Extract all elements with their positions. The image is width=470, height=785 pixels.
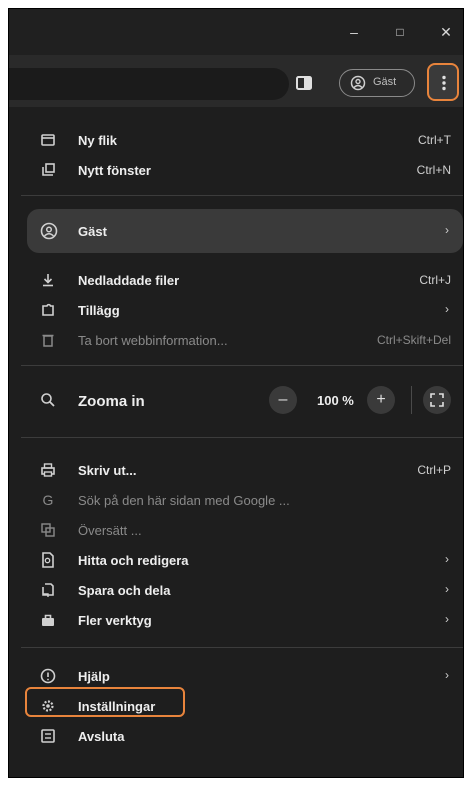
menu-divider (21, 437, 463, 438)
three-dots-vertical-icon (442, 75, 446, 91)
menu-divider (21, 195, 463, 196)
menu-item-find-and-edit[interactable]: Hitta och redigera › (21, 545, 463, 575)
new-window-icon (42, 163, 55, 176)
menu-item-guest-profile[interactable]: Gäst › (27, 209, 463, 253)
menu-item-more-tools[interactable]: Fler verktyg › (21, 605, 463, 635)
menu-item-search-with-google[interactable]: G Sök på den här sidan med Google ... (21, 485, 463, 515)
menu-item-label: Hjälp (78, 669, 110, 684)
menu-item-label: Sök på den här sidan med Google ... (78, 493, 290, 508)
menu-item-translate[interactable]: Översätt ... (21, 515, 463, 545)
menu-divider (21, 647, 463, 648)
chevron-right-icon: › (445, 582, 449, 596)
menu-item-shortcut: Ctrl+J (419, 273, 451, 287)
menu-item-zoom: Zooma in – 100 % + (21, 383, 463, 417)
menu-item-label: Tillägg (78, 303, 120, 318)
profile-label: Gäst (373, 76, 397, 88)
zoom-icon (41, 393, 55, 407)
toolbox-icon (42, 614, 54, 626)
menu-item-label: Zooma in (78, 393, 145, 410)
find-document-icon (42, 552, 54, 568)
menu-item-label: Nytt fönster (78, 163, 151, 178)
zoom-level: 100 % (317, 393, 354, 408)
menu-item-new-window[interactable]: Nytt fönster Ctrl+N (21, 155, 463, 185)
chevron-right-icon: › (445, 223, 449, 237)
menu-item-shortcut: Ctrl+T (418, 133, 451, 147)
menu-item-label: Avsluta (78, 729, 125, 744)
address-bar[interactable] (9, 68, 289, 100)
help-icon (40, 668, 56, 684)
zoom-divider (411, 386, 412, 414)
menu-item-extensions[interactable]: Tillägg › (21, 295, 463, 325)
menu-item-shortcut: Ctrl+N (416, 163, 451, 177)
menu-item-shortcut: Ctrl+P (417, 463, 451, 477)
fullscreen-button[interactable] (423, 386, 451, 414)
menu-item-label: Översätt ... (78, 523, 142, 538)
menu-item-shortcut: Ctrl+Skift+Del (376, 333, 451, 347)
menu-item-exit[interactable]: Avsluta (21, 721, 463, 751)
menu-item-label: Spara och dela (78, 583, 171, 598)
google-icon: G (42, 492, 54, 508)
minimize-button[interactable]: – (343, 23, 365, 41)
profile-icon (350, 75, 366, 91)
translate-icon (41, 523, 55, 537)
menu-divider (21, 365, 463, 366)
menu-item-label: Skriv ut... (78, 463, 137, 478)
save-share-icon (42, 583, 54, 597)
menu-item-downloads[interactable]: Nedladdade filer Ctrl+J (21, 265, 463, 295)
new-tab-icon (41, 134, 55, 146)
side-panel-icon (296, 76, 312, 90)
menu-item-label: Nedladdade filer (78, 273, 180, 288)
trash-icon (42, 334, 54, 347)
profile-button[interactable]: Gäst (339, 69, 415, 97)
menu-item-label: Hitta och redigera (78, 553, 189, 568)
profile-icon (40, 222, 58, 240)
chevron-right-icon: › (445, 302, 449, 316)
exit-icon (41, 729, 55, 743)
maximize-button[interactable]: □ (389, 23, 411, 41)
title-bar: – □ ✕ (9, 9, 463, 55)
menu-item-label: Fler verktyg (78, 613, 152, 628)
side-panel-button[interactable] (296, 75, 312, 91)
menu-item-clear-browsing-data[interactable]: Ta bort webbinformation... Ctrl+Skift+De… (21, 325, 463, 355)
menu-item-label: Ny flik (78, 133, 118, 148)
chevron-right-icon: › (445, 668, 449, 682)
menu-item-label: Ta bort webbinformation... (78, 333, 228, 348)
chrome-menu-button[interactable] (427, 63, 459, 101)
download-icon (43, 274, 53, 287)
zoom-out-button[interactable]: – (269, 386, 297, 414)
print-icon (41, 463, 55, 477)
toolbar: Gäst (9, 55, 463, 107)
browser-window: – □ ✕ Gäst Ny flik Ctrl+T Nytt fönster C… (8, 8, 464, 778)
close-button[interactable]: ✕ (435, 23, 457, 41)
settings-highlight-box (25, 687, 185, 717)
chevron-right-icon: › (445, 612, 449, 626)
menu-item-new-tab[interactable]: Ny flik Ctrl+T (21, 125, 463, 155)
menu-item-label: Gäst (78, 224, 107, 239)
menu-item-save-and-share[interactable]: Spara och dela › (21, 575, 463, 605)
chrome-main-menu: Ny flik Ctrl+T Nytt fönster Ctrl+N Gäst … (21, 109, 463, 777)
zoom-in-button[interactable]: + (367, 386, 395, 414)
chevron-right-icon: › (445, 552, 449, 566)
fullscreen-icon (430, 393, 444, 407)
menu-item-print[interactable]: Skriv ut... Ctrl+P (21, 455, 463, 485)
extension-puzzle-icon (42, 303, 54, 316)
